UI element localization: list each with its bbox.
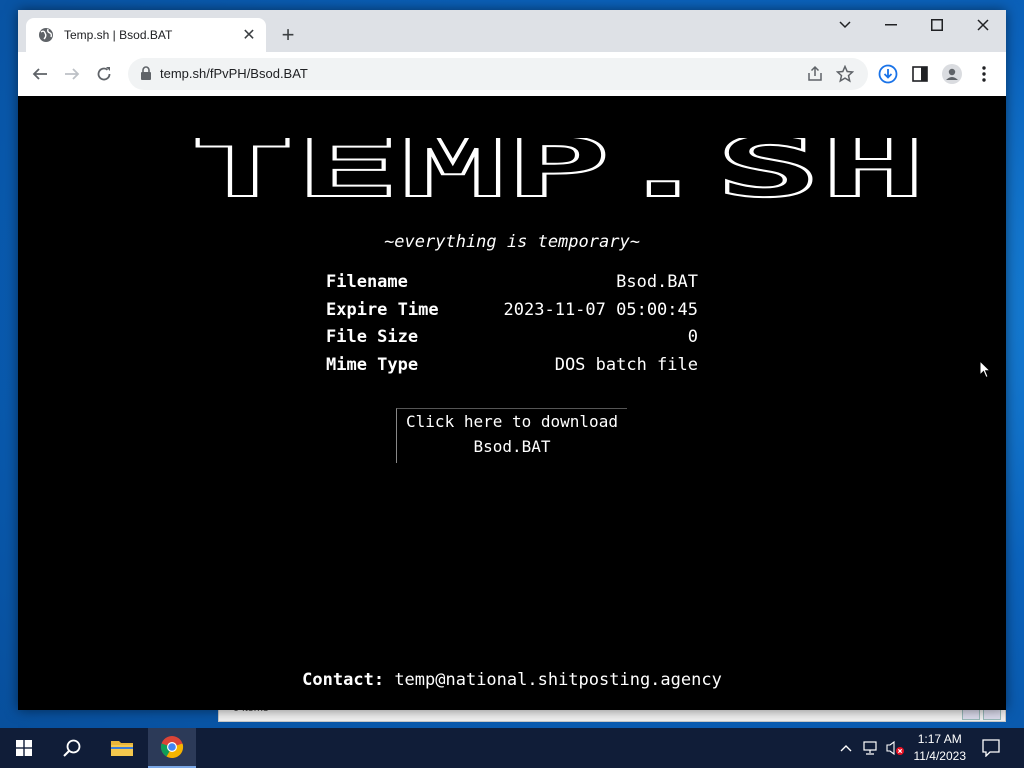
download-label: Click here to download <box>406 412 618 431</box>
chrome-taskbar-button[interactable] <box>148 728 196 768</box>
mouse-cursor-icon <box>979 360 991 379</box>
windows-logo-icon <box>16 740 32 756</box>
show-hidden-icons-chevron-icon[interactable] <box>836 728 856 768</box>
tab-search-chevron-icon[interactable] <box>822 10 868 40</box>
start-button[interactable] <box>0 728 48 768</box>
svg-text:TEMP.SH: TEMP.SH <box>190 138 926 202</box>
close-window-icon[interactable] <box>960 10 1006 40</box>
bookmark-star-icon[interactable] <box>836 65 854 83</box>
clock-time: 1:17 AM <box>917 732 962 746</box>
browser-toolbar: temp.sh/fPvPH/Bsod.BAT <box>18 52 1006 97</box>
tab-title: Temp.sh | Bsod.BAT <box>64 28 173 42</box>
notifications-icon[interactable] <box>976 728 1006 768</box>
info-key: Filename <box>326 272 408 292</box>
info-row-file-size: File Size 0 <box>326 327 698 355</box>
kebab-menu-icon[interactable] <box>972 62 996 86</box>
info-row-mime-type: Mime Type DOS batch file <box>326 355 698 383</box>
info-row-filename: Filename Bsod.BAT <box>326 272 698 300</box>
network-icon[interactable] <box>860 728 882 768</box>
info-value: 0 <box>687 327 698 347</box>
lock-icon <box>141 66 151 80</box>
globe-icon <box>39 28 53 42</box>
tagline: ~everything is temporary~ <box>384 232 640 252</box>
info-key: Expire Time <box>326 299 439 320</box>
download-icon[interactable] <box>876 62 900 86</box>
browser-tab[interactable]: Temp.sh | Bsod.BAT ✕ <box>26 18 266 52</box>
new-tab-button[interactable]: + <box>276 22 300 47</box>
side-panel-icon[interactable] <box>908 62 932 86</box>
share-icon[interactable] <box>806 65 824 83</box>
system-clock[interactable]: 1:17 AM 11/4/2023 <box>914 731 967 765</box>
profile-avatar-icon[interactable] <box>940 62 964 86</box>
contact-line: Contact: temp@national.shitposting.agenc… <box>18 670 1006 690</box>
download-filename: Bsod.BAT <box>473 437 551 456</box>
browser-window: Temp.sh | Bsod.BAT ✕ + temp.sh/fPvPH/Bso… <box>18 10 1006 710</box>
info-key: File Size <box>326 327 419 347</box>
forward-arrow-icon[interactable] <box>60 62 84 86</box>
search-icon <box>63 739 81 757</box>
info-value: 2023-11-07 05:00:45 <box>503 299 698 320</box>
info-key: Mime Type <box>326 354 419 375</box>
temp-sh-logo: TEMP.SH <box>189 138 927 202</box>
contact-label: Contact: <box>302 670 385 690</box>
file-info-table: Filename Bsod.BAT Expire Time 2023-11-07… <box>326 272 698 382</box>
back-arrow-icon[interactable] <box>28 62 52 86</box>
info-value: DOS batch file <box>554 354 698 375</box>
folder-icon <box>111 741 133 756</box>
chrome-icon <box>160 736 184 759</box>
tab-close-icon[interactable]: ✕ <box>238 24 260 46</box>
url-text: temp.sh/fPvPH/Bsod.BAT <box>160 66 308 81</box>
minimize-icon[interactable] <box>868 10 914 40</box>
page-content: TEMP.SH ~everything is temporary~ Filena… <box>18 96 1006 710</box>
browser-titlebar: Temp.sh | Bsod.BAT ✕ + <box>18 10 1006 52</box>
contact-email-link[interactable]: temp@national.shitposting.agency <box>394 670 722 690</box>
search-button[interactable] <box>48 728 96 768</box>
volume-muted-icon[interactable] <box>884 728 906 768</box>
maximize-icon[interactable] <box>914 10 960 40</box>
reload-icon[interactable] <box>92 62 116 86</box>
info-value: Bsod.BAT <box>616 272 698 292</box>
taskbar: 1:17 AM 11/4/2023 <box>0 728 1024 768</box>
address-bar[interactable]: temp.sh/fPvPH/Bsod.BAT <box>128 58 868 90</box>
file-explorer-button[interactable] <box>98 728 146 768</box>
download-button[interactable]: Click here to download Bsod.BAT <box>396 408 627 463</box>
info-row-expire-time: Expire Time 2023-11-07 05:00:45 <box>326 300 698 328</box>
clock-date: 11/4/2023 <box>913 749 967 763</box>
